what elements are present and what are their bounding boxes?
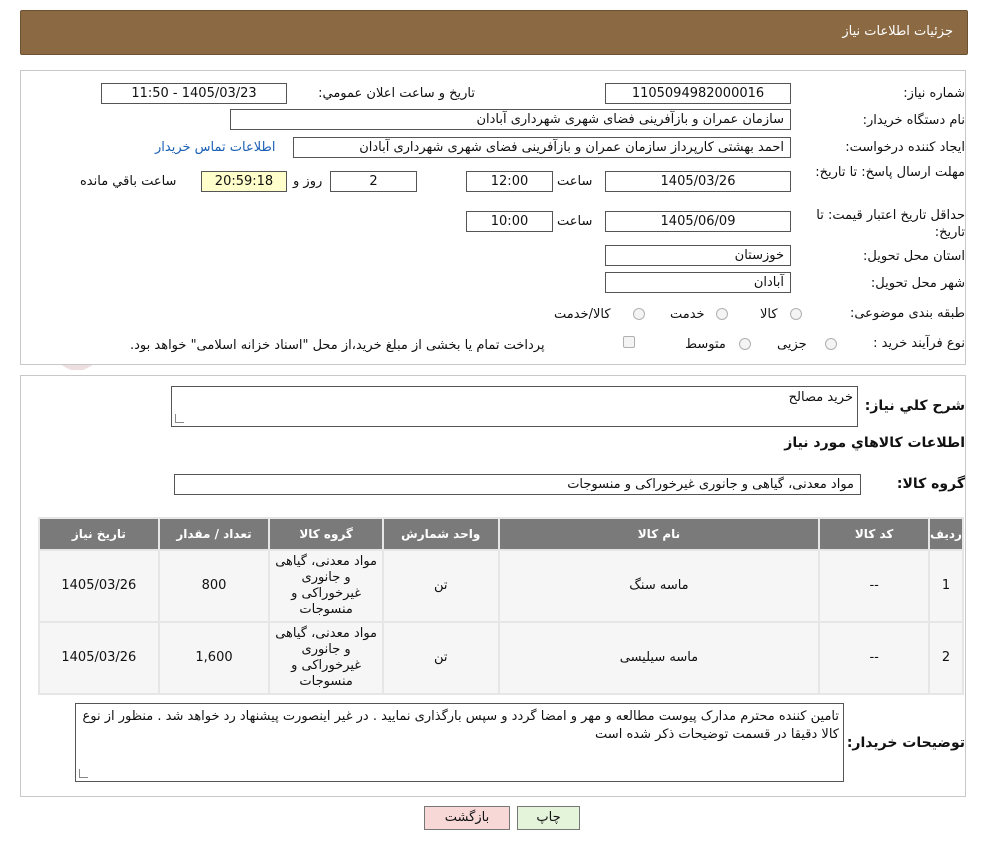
goods-group-field: مواد معدنی، گیاهی و جانوری غیرخوراکی و م…: [174, 474, 861, 495]
summary-textarea[interactable]: خرید مصالح: [171, 386, 858, 427]
treasury-checkbox[interactable]: [623, 336, 635, 348]
cell-unit: تن: [381, 621, 500, 695]
announce-datetime-field: 1405/03/23 - 11:50: [101, 83, 287, 104]
price-validity-time-field: 10:00: [466, 211, 553, 232]
cell-date: 1405/03/26: [38, 549, 160, 623]
buyer-notes-textarea[interactable]: تامین کننده محترم مدارک پیوست مطالعه و م…: [75, 703, 844, 782]
col-header-row-number: ردیف: [927, 517, 965, 551]
city-field: آبادان: [605, 272, 791, 293]
radio-goods-service-label: کالا/خدمت: [554, 307, 611, 322]
province-field: خوزستان: [605, 245, 791, 266]
buyer-notes-label: توضیحات خریدار:: [846, 735, 965, 751]
cell-group: مواد معدنی، گیاهی و جانوری غیرخوراکی و م…: [268, 621, 384, 695]
cell-name: ماسه سیلیسی: [497, 621, 821, 695]
radio-goods-service[interactable]: [633, 308, 645, 320]
cell-row-number: 1: [927, 549, 965, 623]
price-validity-time-label: ساعت: [557, 214, 593, 229]
radio-goods-label: کالا: [760, 307, 778, 322]
reply-time-label: ساعت: [557, 174, 593, 189]
payment-note: پرداخت تمام یا بخشی از مبلغ خرید،از محل …: [130, 338, 545, 353]
col-header-name: نام کالا: [497, 517, 821, 551]
need-number-field: 1105094982000016: [605, 83, 791, 104]
price-validity-date-field: 1405/06/09: [605, 211, 791, 232]
buyer-notes-value: تامین کننده محترم مدارک پیوست مطالعه و م…: [82, 709, 839, 742]
remaining-time-label: ساعت باقي مانده: [80, 174, 177, 189]
col-header-qty: تعداد / مقدار: [157, 517, 271, 551]
cell-date: 1405/03/26: [38, 621, 160, 695]
goods-info-title: اطلاعات کالاهاي مورد نیاز: [784, 435, 965, 451]
reply-time-field: 12:00: [466, 171, 553, 192]
goods-group-label: گروه کالا:: [896, 476, 965, 492]
print-button[interactable]: چاپ: [517, 806, 580, 830]
back-button[interactable]: بازگشت: [424, 806, 510, 830]
radio-service[interactable]: [716, 308, 728, 320]
table-row: 2 -- ماسه سیلیسی تن مواد معدنی، گیاهی و …: [38, 621, 965, 695]
radio-medium[interactable]: [739, 338, 751, 350]
cell-group: مواد معدنی، گیاهی و جانوری غیرخوراکی و م…: [268, 549, 384, 623]
goods-table: ردیف کد کالا نام کالا واحد شمارش گروه کا…: [38, 517, 965, 695]
radio-medium-label: متوسط: [685, 337, 726, 352]
summary-label: شرح کلي نیاز:: [864, 398, 965, 414]
buyer-contact-link[interactable]: اطلاعات تماس خریدار: [155, 140, 275, 155]
buyer-org-label: نام دستگاه خریدار:: [862, 113, 965, 128]
announce-datetime-label: تاریخ و ساعت اعلان عمومي:: [318, 86, 475, 101]
cell-unit: تن: [381, 549, 500, 623]
radio-goods[interactable]: [790, 308, 802, 320]
city-label: شهر محل تحویل:: [870, 276, 965, 291]
reply-days-label: روز و: [293, 174, 323, 189]
col-header-unit: واحد شمارش: [381, 517, 500, 551]
radio-service-label: خدمت: [670, 307, 705, 322]
col-header-date: تاریخ نیاز: [38, 517, 160, 551]
buyer-org-field: سازمان عمران و بازآفرینی فضای شهری شهردا…: [230, 109, 791, 130]
radio-minor[interactable]: [825, 338, 837, 350]
table-row: 1 -- ماسه سنگ تن مواد معدنی، گیاهی و جان…: [38, 549, 965, 623]
remaining-time-field: 20:59:18: [201, 171, 287, 192]
reply-days-field: 2: [330, 171, 417, 192]
page-title: جزئیات اطلاعات نیاز: [842, 24, 953, 39]
requester-field: احمد بهشتی کارپرداز سازمان عمران و بازآف…: [293, 137, 791, 158]
resize-handle-icon[interactable]: [175, 414, 184, 423]
col-header-group: گروه کالا: [268, 517, 384, 551]
reply-date-field: 1405/03/26: [605, 171, 791, 192]
process-type-label: نوع فرآیند خرید :: [873, 336, 965, 351]
resize-handle-icon[interactable]: [79, 769, 88, 778]
price-validity-label: حداقل تاریخ اعتبار قیمت: تا تاریخ:: [816, 208, 965, 240]
col-header-code: کد کالا: [818, 517, 930, 551]
province-label: استان محل تحویل:: [863, 249, 965, 264]
cell-qty: 800: [157, 549, 271, 623]
table-header-row: ردیف کد کالا نام کالا واحد شمارش گروه کا…: [38, 517, 965, 551]
page-header: جزئیات اطلاعات نیاز: [20, 10, 968, 55]
reply-deadline-label: مهلت ارسال پاسخ: تا تاریخ:: [815, 165, 965, 180]
cell-name: ماسه سنگ: [497, 549, 821, 623]
summary-value: خرید مصالح: [788, 390, 853, 405]
requester-label: ایجاد کننده درخواست:: [845, 140, 965, 155]
category-label: طبقه بندی موضوعی:: [849, 306, 965, 321]
radio-minor-label: جزیی: [777, 337, 807, 352]
cell-code: --: [818, 549, 930, 623]
cell-row-number: 2: [927, 621, 965, 695]
cell-qty: 1,600: [157, 621, 271, 695]
need-number-label: شماره نیاز:: [903, 86, 965, 101]
cell-code: --: [818, 621, 930, 695]
